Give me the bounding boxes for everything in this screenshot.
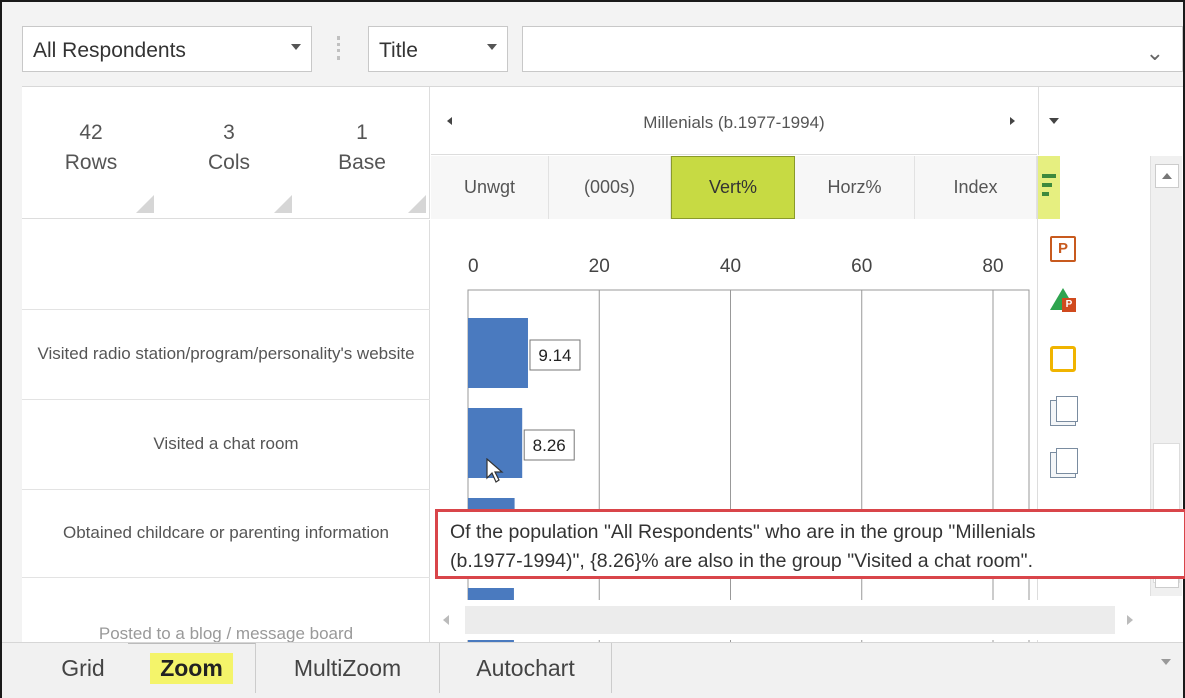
chevron-down-icon xyxy=(487,44,497,50)
tab-horz-pct[interactable]: Horz% xyxy=(795,156,915,219)
base-count: 1 Base xyxy=(317,121,407,175)
tab-zoom-label: Zoom xyxy=(150,653,233,684)
filter-input[interactable]: ⌄ xyxy=(522,26,1183,72)
scroll-left-icon[interactable] xyxy=(443,615,449,625)
toolbar-separator xyxy=(337,36,340,60)
tab-multizoom[interactable]: MultiZoom xyxy=(256,643,440,693)
scroll-right-icon[interactable] xyxy=(1127,615,1133,625)
x-tick-label: 0 xyxy=(468,256,479,277)
data-label: 9.14 xyxy=(538,346,571,365)
rows-count-value: 42 xyxy=(79,121,103,144)
tab-000s[interactable]: (000s) xyxy=(549,156,671,219)
row-label[interactable]: Visited a chat room xyxy=(22,400,430,490)
cols-count-value: 3 xyxy=(223,121,235,144)
summary-panel: 42 Rows 3 Cols 1 Base xyxy=(22,87,430,219)
data-label: 8.26 xyxy=(533,436,566,455)
cols-count-label: Cols xyxy=(207,151,250,174)
row-label[interactable]: Posted to a blog / message board xyxy=(22,578,430,648)
rows-count: 42 Rows xyxy=(46,121,136,175)
google-drive-powerpoint-icon[interactable]: P xyxy=(1050,288,1076,314)
row-labels: Visited radio station/program/personalit… xyxy=(22,220,430,648)
tab-zoom[interactable]: Zoom xyxy=(128,643,256,693)
cell-tooltip: Of the population "All Respondents" who … xyxy=(435,509,1185,579)
tab-autochart[interactable]: Autochart xyxy=(440,643,612,693)
tooltip-line-1: Of the population "All Respondents" who … xyxy=(450,521,1036,543)
view-tabs: Grid Zoom MultiZoom Autochart xyxy=(2,642,1183,698)
chevron-down-icon[interactable]: ⌄ xyxy=(1146,40,1164,66)
toolbar: All Respondents Title ⌄ xyxy=(2,2,1183,84)
row-label[interactable]: Obtained childcare or parenting informat… xyxy=(22,490,430,578)
rows-count-label: Rows xyxy=(64,151,118,174)
paste-icon[interactable] xyxy=(1050,448,1078,478)
x-tick-label: 60 xyxy=(851,256,872,277)
rows-resize-grip[interactable] xyxy=(136,195,154,213)
x-tick-label: 20 xyxy=(589,256,610,277)
powerpoint-icon[interactable]: P xyxy=(1050,236,1076,262)
label-select[interactable]: Title xyxy=(368,26,508,72)
population-select-value: All Respondents xyxy=(33,39,186,62)
label-select-value: Title xyxy=(379,39,418,62)
column-group-title: Millenials (b.1977-1994) xyxy=(643,113,825,132)
chevron-down-icon[interactable] xyxy=(1161,659,1171,665)
row-label[interactable]: Visited radio station/program/personalit… xyxy=(22,310,430,400)
bar xyxy=(468,318,528,388)
chevron-down-icon xyxy=(1049,118,1059,124)
scroll-track[interactable] xyxy=(465,606,1115,634)
chevron-up-icon xyxy=(1162,173,1172,179)
tooltip-line-2: (b.1977-1994)", {8.26}% are also in the … xyxy=(450,550,1034,572)
x-tick-label: 40 xyxy=(720,256,741,277)
scroll-up-button[interactable] xyxy=(1155,164,1179,188)
scroll-right-icon[interactable] xyxy=(1010,117,1015,125)
tab-vert-pct[interactable]: Vert% xyxy=(671,156,795,219)
horizontal-scrollbar[interactable] xyxy=(431,600,1150,640)
mouse-cursor-icon xyxy=(486,458,504,483)
tab-unwgt[interactable]: Unwgt xyxy=(431,156,549,219)
tab-index[interactable]: Index xyxy=(915,156,1037,219)
row-label-header xyxy=(22,220,430,310)
column-menu-button[interactable] xyxy=(1038,87,1068,155)
column-group-bar: Millenials (b.1977-1994) xyxy=(431,87,1037,155)
copy-icon[interactable] xyxy=(1050,396,1078,426)
base-resize-grip[interactable] xyxy=(408,195,426,213)
bar-chart-svg: 0 20 40 60 80 9.14 8.26 xyxy=(467,256,1030,658)
bar-chart: 0 20 40 60 80 9.14 8.26 xyxy=(431,220,1037,658)
column-header: Millenials (b.1977-1994) Unwgt (000s) Ve… xyxy=(431,87,1037,219)
sort-bars-icon[interactable] xyxy=(1038,156,1060,219)
cols-resize-grip[interactable] xyxy=(274,195,292,213)
cols-count: 3 Cols xyxy=(184,121,274,175)
base-count-label: Base xyxy=(338,151,386,174)
google-slides-icon[interactable] xyxy=(1050,346,1076,372)
population-select[interactable]: All Respondents xyxy=(22,26,312,72)
app-window: All Respondents Title ⌄ 42 Rows 3 Cols 1… xyxy=(0,0,1185,698)
measure-tabs: Unwgt (000s) Vert% Horz% Index xyxy=(431,156,1037,219)
x-tick-label: 80 xyxy=(982,256,1003,277)
tab-grid[interactable]: Grid xyxy=(38,643,128,693)
base-count-value: 1 xyxy=(356,121,368,144)
chevron-down-icon xyxy=(291,44,301,50)
